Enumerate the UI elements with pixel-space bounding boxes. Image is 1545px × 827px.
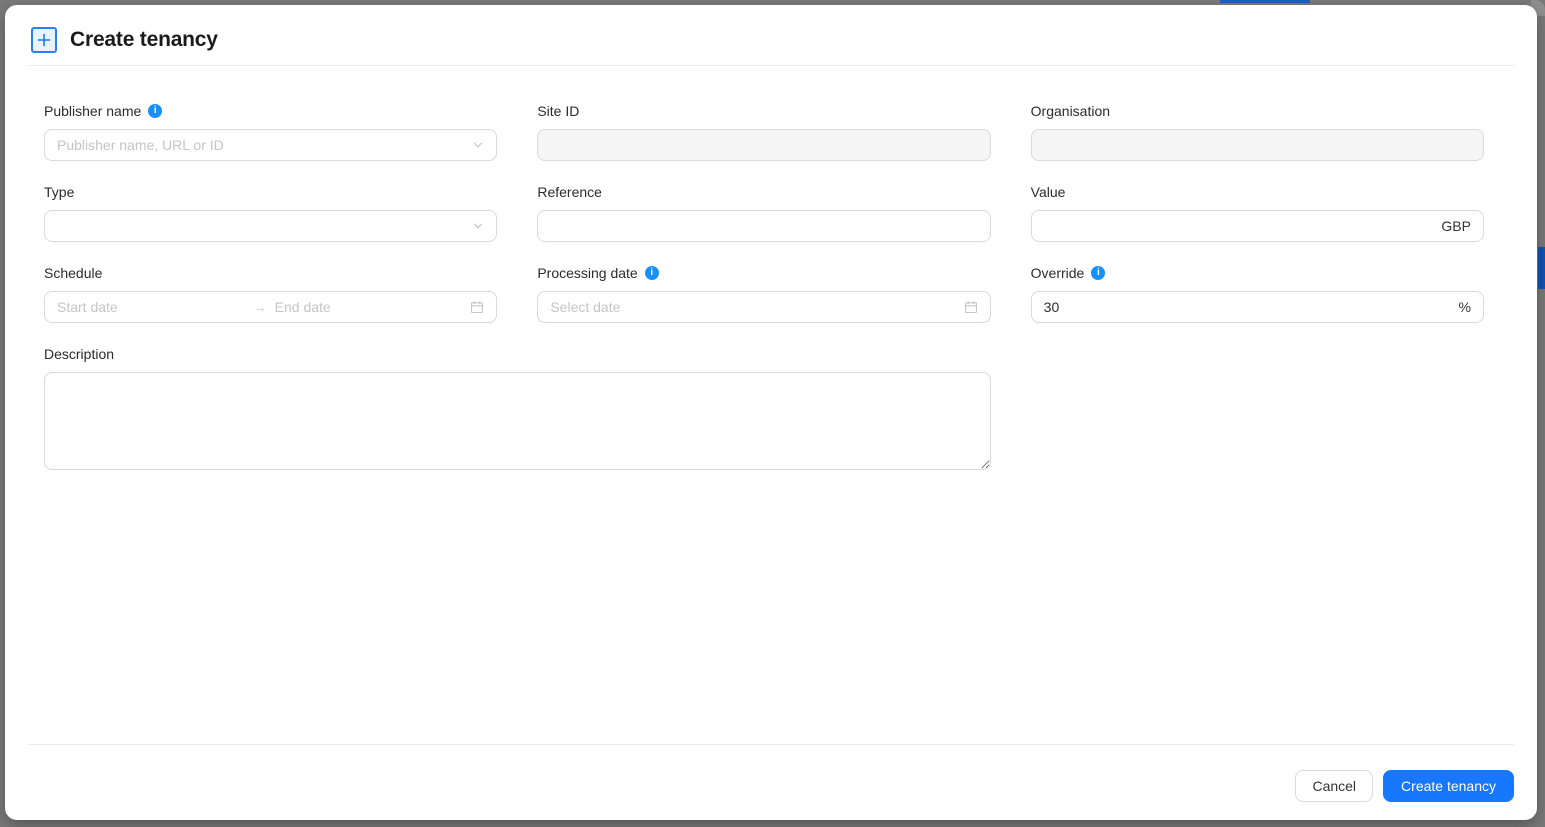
type-select-value[interactable] <box>57 218 465 234</box>
info-circle-icon[interactable]: i <box>148 104 163 118</box>
calendar-icon <box>470 300 484 314</box>
organisation-input <box>1030 129 1484 161</box>
override-input-inner[interactable] <box>1043 299 1451 315</box>
type-select[interactable] <box>44 210 498 242</box>
modal-footer: Cancel Create tenancy <box>28 744 1514 820</box>
publisher-name-label: Publisher name <box>44 103 142 119</box>
start-date-input[interactable] <box>57 299 245 315</box>
reference-label: Reference <box>537 184 602 200</box>
info-circle-icon[interactable]: i <box>644 266 659 280</box>
organisation-label: Organisation <box>1030 103 1111 119</box>
processing-date-label: Processing date <box>537 265 638 281</box>
organisation-field: Organisation <box>1030 100 1484 161</box>
background-page-top-accent <box>1220 0 1310 3</box>
reference-input-inner[interactable] <box>550 218 978 234</box>
schedule-field: Schedule → <box>44 262 498 323</box>
override-input[interactable]: % <box>1030 291 1484 323</box>
schedule-label: Schedule <box>44 265 103 281</box>
value-input-inner[interactable] <box>1043 218 1434 234</box>
processing-date-field: Processing date i <box>537 262 991 323</box>
description-field: Description <box>44 343 991 470</box>
publisher-name-field: Publisher name i <box>44 100 498 161</box>
site-id-input-inner <box>550 137 978 153</box>
currency-suffix: GBP <box>1441 218 1471 234</box>
modal-body: Publisher name i Site ID <box>5 66 1537 470</box>
create-tenancy-button[interactable]: Create tenancy <box>1383 770 1514 802</box>
organisation-input-inner <box>1043 137 1471 153</box>
publisher-name-select[interactable] <box>44 129 498 161</box>
reference-input[interactable] <box>537 210 991 242</box>
create-tenancy-form: Publisher name i Site ID <box>44 100 1484 470</box>
processing-date-input[interactable] <box>550 299 956 315</box>
reference-field: Reference <box>537 181 991 242</box>
background-page-right-accent <box>1538 247 1545 289</box>
type-label: Type <box>44 184 75 200</box>
chevron-down-icon <box>472 139 484 151</box>
modal-header: Create tenancy <box>5 5 1537 65</box>
site-id-input <box>537 129 991 161</box>
description-textarea[interactable] <box>44 372 991 470</box>
publisher-name-input[interactable] <box>57 137 465 153</box>
override-field: Override i % <box>1030 262 1484 323</box>
value-label: Value <box>1030 184 1066 200</box>
page-title: Create tenancy <box>70 28 218 51</box>
override-label: Override <box>1030 265 1085 281</box>
description-label: Description <box>44 346 115 362</box>
site-id-field: Site ID <box>537 100 991 161</box>
cancel-button[interactable]: Cancel <box>1295 770 1374 802</box>
value-field: Value GBP <box>1030 181 1484 242</box>
end-date-input[interactable] <box>274 299 463 315</box>
info-circle-icon[interactable]: i <box>1091 266 1106 280</box>
processing-date-picker[interactable] <box>537 291 991 323</box>
create-tenancy-modal: Create tenancy Publisher name i Si <box>5 5 1537 820</box>
type-field: Type <box>44 181 498 242</box>
chevron-down-icon <box>472 220 484 232</box>
value-input[interactable]: GBP <box>1030 210 1484 242</box>
site-id-label: Site ID <box>537 103 580 119</box>
calendar-icon <box>964 300 978 314</box>
percent-suffix: % <box>1458 299 1471 315</box>
plus-square-icon <box>31 27 57 53</box>
schedule-range-picker[interactable]: → <box>44 291 498 323</box>
arrow-right-icon: → <box>252 299 267 315</box>
